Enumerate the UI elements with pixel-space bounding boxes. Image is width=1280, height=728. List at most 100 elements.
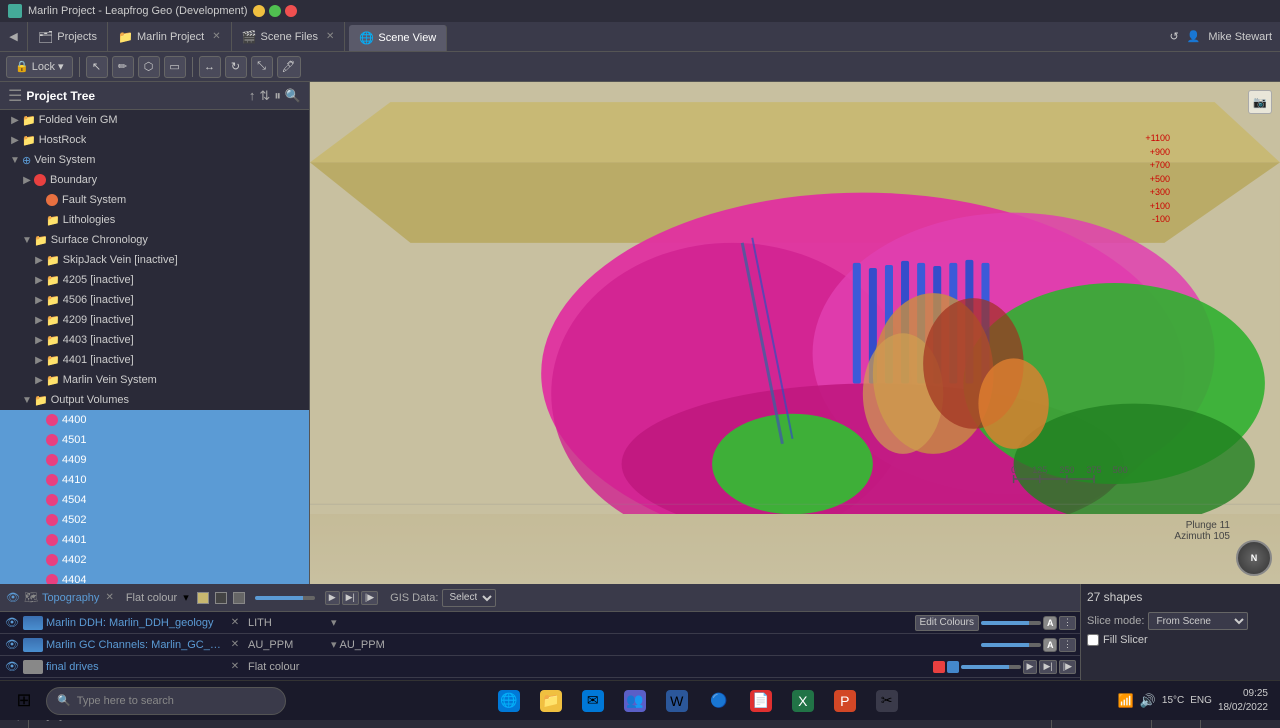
scale-tool-button[interactable]: ⤡ bbox=[251, 56, 273, 78]
layer-slider-2[interactable] bbox=[981, 643, 1041, 647]
tree-item-vein-system[interactable]: ▼ ⊕ Vein System bbox=[0, 150, 309, 170]
tab-close-scene-files[interactable]: ✕ bbox=[326, 31, 334, 42]
filter-icon[interactable]: ⇅ bbox=[259, 88, 270, 104]
layer-btn-a2[interactable]: A bbox=[1043, 638, 1057, 652]
drives-swatch1[interactable] bbox=[933, 661, 945, 673]
tree-item-4504[interactable]: 4504 bbox=[0, 490, 309, 510]
viewport-camera-button[interactable]: 📷 bbox=[1248, 90, 1272, 114]
tree-item-folded-vein[interactable]: ▶ 📁 Folded Vein GM bbox=[0, 110, 309, 130]
tree-item-boundary[interactable]: ▶ Boundary bbox=[0, 170, 309, 190]
topo-color-swatch1[interactable] bbox=[197, 592, 209, 604]
layer-name-ddh[interactable]: Marlin DDH: Marlin_DDH_geology bbox=[46, 617, 226, 629]
tab-marlin-project[interactable]: 📁 Marlin Project ✕ bbox=[108, 22, 232, 51]
tree-item-skipjack[interactable]: ▶ 📁 SkipJack Vein [inactive] bbox=[0, 250, 309, 270]
tree-item-4205-inactive[interactable]: ▶ 📁 4205 [inactive] bbox=[0, 270, 309, 290]
slice-mode-select[interactable]: From Scene bbox=[1148, 612, 1248, 630]
layer-btn-menu2[interactable]: ⋮ bbox=[1059, 638, 1076, 652]
tree-item-4209-inactive[interactable]: ▶ 📁 4209 [inactive] bbox=[0, 310, 309, 330]
rect-tool-button[interactable]: ▭ bbox=[164, 56, 186, 78]
tree-item-4401[interactable]: 4401 bbox=[0, 530, 309, 550]
layer-eye-topo[interactable]: 👁 bbox=[6, 591, 20, 604]
layer-eye-2[interactable]: 👁 bbox=[4, 638, 20, 651]
taskbar-app-explorer[interactable]: 📁 bbox=[531, 683, 571, 719]
lock-button[interactable]: 🔒 Lock ▾ bbox=[6, 56, 73, 78]
clock[interactable]: 09:25 18/02/2022 bbox=[1218, 687, 1268, 715]
layer-slider-1[interactable] bbox=[981, 621, 1041, 625]
taskbar-app-acrobat[interactable]: 📄 bbox=[741, 683, 781, 719]
sync-icon[interactable]: ↺ bbox=[1170, 30, 1179, 43]
select-tool-button[interactable]: ↖ bbox=[86, 56, 108, 78]
viewport[interactable]: 0 125 250 375 500 +1100 +900 +700 +500 +… bbox=[310, 82, 1280, 584]
search-icon[interactable]: 🔍 bbox=[285, 88, 301, 104]
taskbar-search[interactable]: 🔍 Type here to search bbox=[46, 687, 286, 715]
sidebar-menu-icon[interactable]: ☰ bbox=[8, 86, 22, 106]
gis-select[interactable]: Select bbox=[442, 589, 496, 607]
volume-icon[interactable]: 🔊 bbox=[1140, 693, 1156, 709]
topo-color-swatch3[interactable] bbox=[233, 592, 245, 604]
taskbar-app-powerpoint[interactable]: P bbox=[825, 683, 865, 719]
topo-next-button[interactable]: ▶| bbox=[342, 591, 359, 605]
rotate-tool-button[interactable]: ↻ bbox=[225, 56, 247, 78]
taskbar-app-word[interactable]: W bbox=[657, 683, 697, 719]
sort-icon[interactable]: ↑ bbox=[249, 88, 256, 104]
layer-eye-1[interactable]: 👁 bbox=[4, 616, 20, 629]
topo-color-swatch2[interactable] bbox=[215, 592, 227, 604]
tree-item-4401-inactive[interactable]: ▶ 📁 4401 [inactive] bbox=[0, 350, 309, 370]
tree-item-surface-chronology[interactable]: ▼ 📁 Surface Chronology bbox=[0, 230, 309, 250]
tree-item-4402[interactable]: 4402 bbox=[0, 550, 309, 570]
tab-close-marlin[interactable]: ✕ bbox=[212, 31, 220, 42]
fill-slicer-checkbox[interactable] bbox=[1087, 634, 1099, 646]
layer-close-1[interactable]: ✕ bbox=[229, 617, 241, 628]
tree-item-output-volumes[interactable]: ▼ 📁 Output Volumes bbox=[0, 390, 309, 410]
taskbar-app-edge[interactable]: 🌐 bbox=[489, 683, 529, 719]
tab-scene-files[interactable]: 🎬 Scene Files ✕ bbox=[232, 22, 346, 51]
layer-close-3[interactable]: ✕ bbox=[229, 661, 241, 672]
topo-prev-button[interactable]: |▶ bbox=[361, 591, 378, 605]
tab-scene-view[interactable]: 🌐 Scene View bbox=[349, 25, 447, 51]
layer-name-drives[interactable]: final drives bbox=[46, 661, 226, 673]
chevron-au[interactable]: ▾ bbox=[331, 638, 337, 651]
compass[interactable]: N bbox=[1236, 540, 1272, 576]
tab-projects[interactable]: 🗂 Projects bbox=[28, 22, 108, 51]
network-icon[interactable]: 📶 bbox=[1118, 693, 1134, 709]
tree-container[interactable]: ▶ 📁 Folded Vein GM ▶ 📁 HostRock ▼ ⊕ Vein… bbox=[0, 110, 309, 584]
drives-swatch2[interactable] bbox=[947, 661, 959, 673]
pen-tool-button[interactable]: 🖊 bbox=[277, 56, 301, 78]
topo-play-button[interactable]: ▶ bbox=[325, 591, 340, 605]
start-button[interactable]: ⊞ bbox=[4, 683, 44, 719]
taskbar-app-outlook[interactable]: ✉ bbox=[573, 683, 613, 719]
tree-item-hostrock[interactable]: ▶ 📁 HostRock bbox=[0, 130, 309, 150]
maximize-button[interactable] bbox=[269, 5, 281, 17]
topo-opacity-slider[interactable] bbox=[255, 596, 315, 600]
tree-item-4400[interactable]: 4400 bbox=[0, 410, 309, 430]
tree-item-4506-inactive[interactable]: ▶ 📁 4506 [inactive] bbox=[0, 290, 309, 310]
layer-prev-3[interactable]: |▶ bbox=[1059, 660, 1076, 674]
tree-item-fault-system[interactable]: Fault System bbox=[0, 190, 309, 210]
layer-btn-a1[interactable]: A bbox=[1043, 616, 1057, 630]
layer-slider-3[interactable] bbox=[961, 665, 1021, 669]
tree-item-4404[interactable]: 4404 bbox=[0, 570, 309, 584]
pencil-tool-button[interactable]: ✏ bbox=[112, 56, 134, 78]
layer-btn-menu1[interactable]: ⋮ bbox=[1059, 616, 1076, 630]
chevron-down-icon[interactable]: ▾ bbox=[183, 591, 189, 604]
tree-item-lithologies[interactable]: 📁 Lithologies bbox=[0, 210, 309, 230]
tab-arrow-left[interactable]: ◀ bbox=[0, 22, 28, 51]
close-button[interactable] bbox=[285, 5, 297, 17]
layer-play-3[interactable]: ▶ bbox=[1023, 660, 1038, 674]
tree-item-4409[interactable]: 4409 bbox=[0, 450, 309, 470]
tree-item-marlin-vein-system[interactable]: ▶ 📁 Marlin Vein System bbox=[0, 370, 309, 390]
layer-eye-3[interactable]: 👁 bbox=[4, 660, 20, 673]
layer-close-2[interactable]: ✕ bbox=[229, 639, 241, 650]
taskbar-app-teams[interactable]: 👥 bbox=[615, 683, 655, 719]
tree-item-4501[interactable]: 4501 bbox=[0, 430, 309, 450]
tree-item-4502[interactable]: 4502 bbox=[0, 510, 309, 530]
layer-next-3[interactable]: ▶| bbox=[1039, 660, 1056, 674]
minimize-button[interactable] bbox=[253, 5, 265, 17]
taskbar-app-snip[interactable]: ✂ bbox=[867, 683, 907, 719]
layer-name-gc[interactable]: Marlin GC Channels: Marlin_GC_assay bbox=[46, 639, 226, 651]
polygon-tool-button[interactable]: ⬡ bbox=[138, 56, 160, 78]
topo-close[interactable]: ✕ bbox=[105, 592, 113, 603]
pause-icon[interactable]: ⏸ bbox=[274, 88, 281, 104]
chevron-lith[interactable]: ▾ bbox=[331, 616, 337, 629]
edit-colours-button-1[interactable]: Edit Colours bbox=[915, 615, 979, 631]
